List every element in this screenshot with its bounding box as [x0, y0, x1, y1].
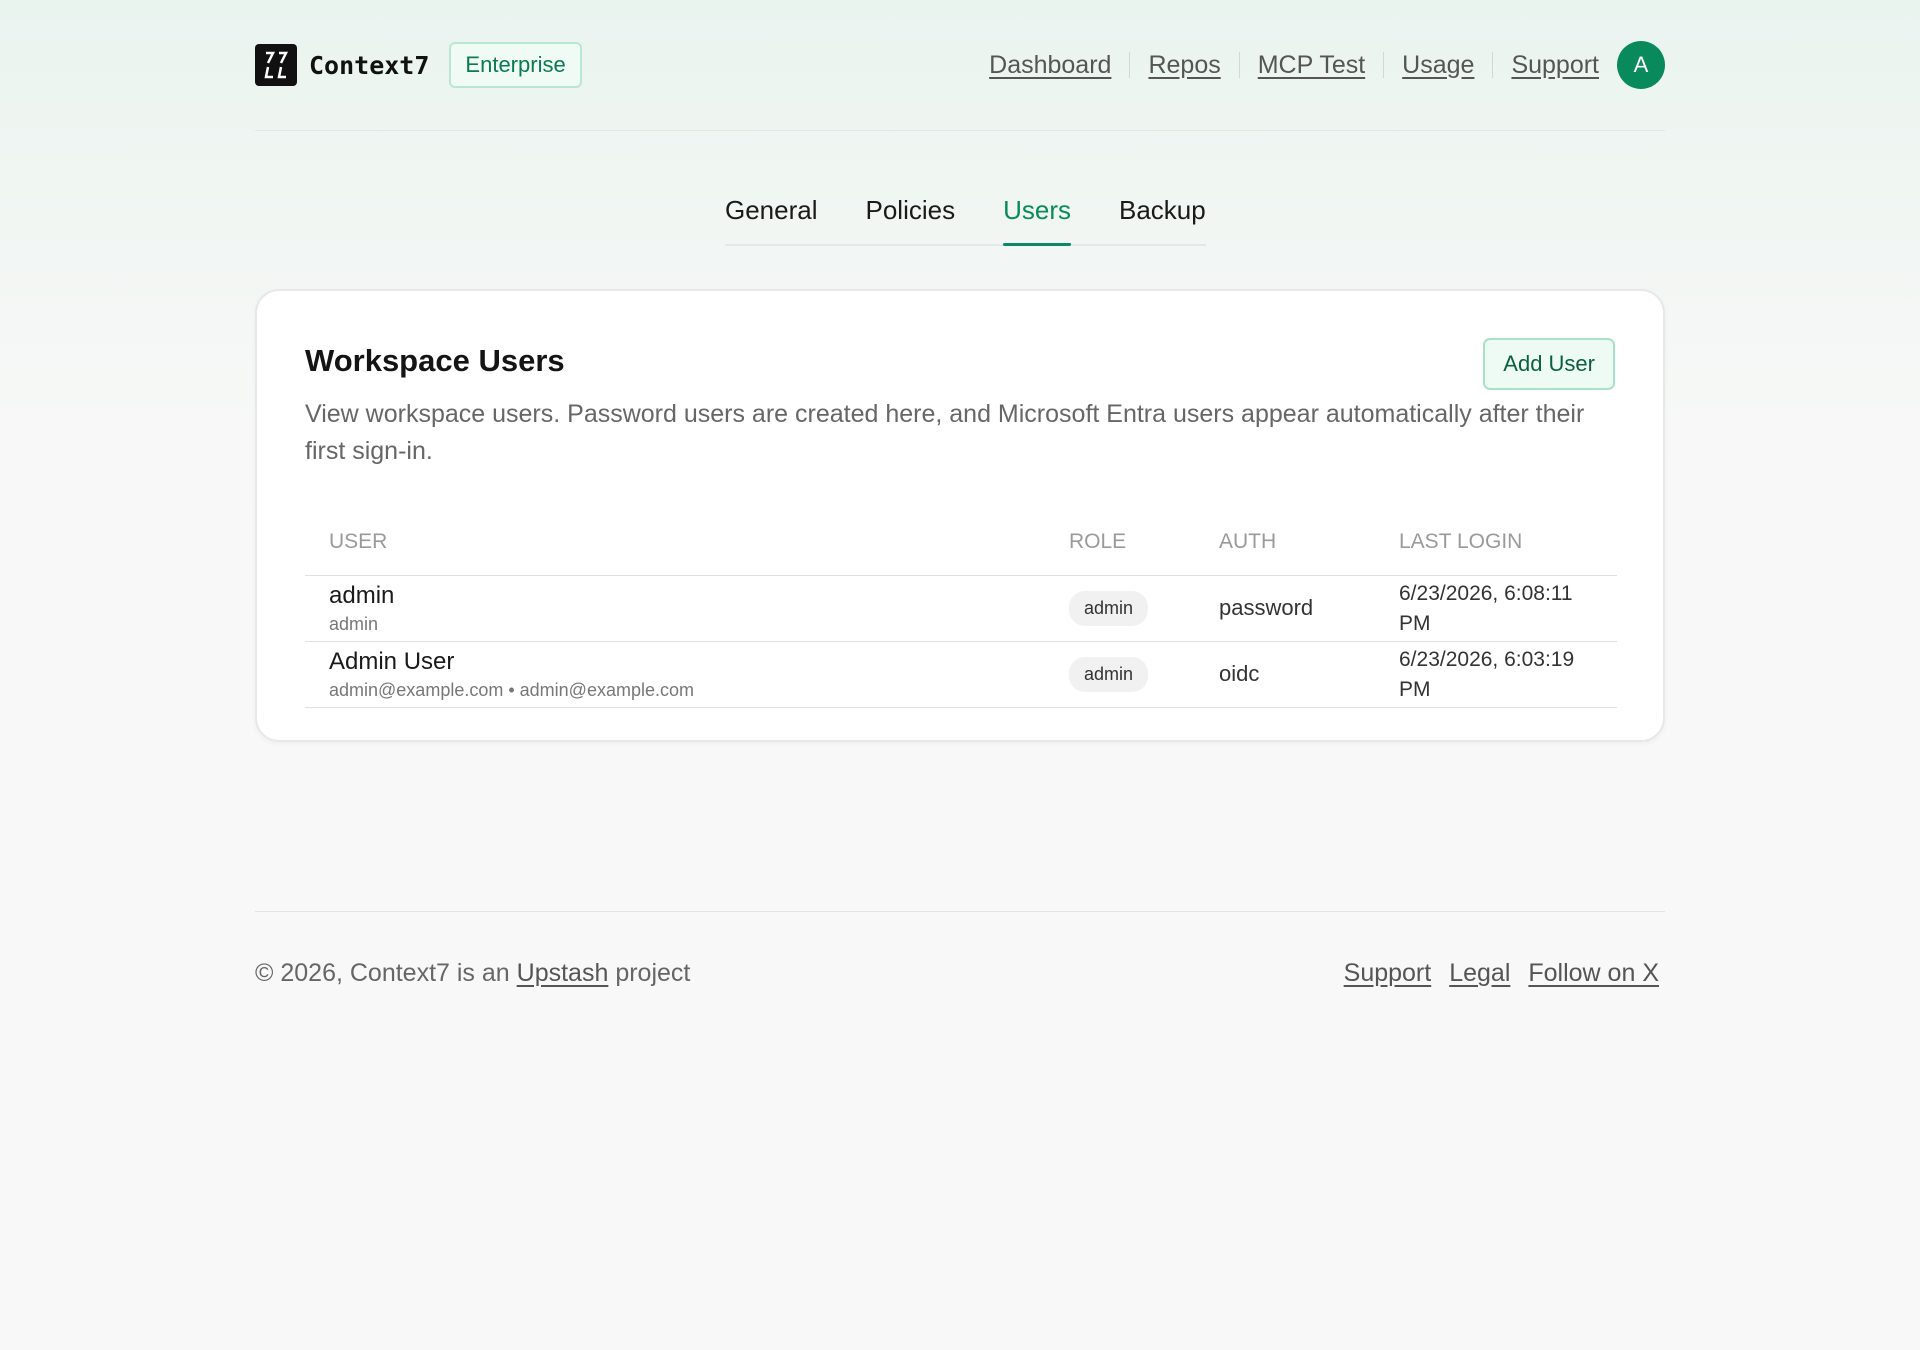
- footer-links: Support Legal Follow on X: [1326, 959, 1659, 988]
- nav-support-link[interactable]: Support: [1511, 51, 1599, 80]
- auth-cell: password: [1219, 575, 1399, 642]
- column-header-last-login: LAST LOGIN: [1399, 503, 1617, 576]
- table-row[interactable]: admin admin admin password 6/23/2026, 6:…: [305, 575, 1617, 642]
- upstash-link[interactable]: Upstash: [517, 959, 609, 987]
- top-header: Context7 Enterprise Dashboard Repos MCP …: [255, 0, 1665, 131]
- user-cell: admin admin: [305, 575, 1069, 642]
- column-header-user: USER: [305, 503, 1069, 576]
- user-username: admin: [329, 613, 379, 634]
- page-container: Context7 Enterprise Dashboard Repos MCP …: [255, 0, 1665, 987]
- tab-general[interactable]: General: [725, 195, 818, 244]
- user-cell: Admin User admin@example.com • admin@exa…: [305, 641, 1069, 708]
- footer-support-link[interactable]: Support: [1344, 959, 1432, 988]
- enterprise-badge: Enterprise: [449, 42, 582, 88]
- card-title: Workspace Users: [305, 343, 565, 378]
- tab-backup[interactable]: Backup: [1119, 195, 1206, 244]
- nav-divider: [1383, 52, 1385, 78]
- nav-mcp-test-link[interactable]: MCP Test: [1258, 51, 1365, 80]
- workspace-users-card: Workspace Users Add User View workspace …: [255, 289, 1665, 742]
- table-row[interactable]: Admin User admin@example.com • admin@exa…: [305, 641, 1617, 708]
- column-header-role: ROLE: [1069, 503, 1219, 576]
- footer-copyright: © 2026, Context7 is an Upstash project: [255, 959, 690, 988]
- card-description: View workspace users. Password users are…: [305, 400, 1585, 465]
- nav-repos-link[interactable]: Repos: [1148, 51, 1220, 80]
- footer-legal-link[interactable]: Legal: [1449, 959, 1510, 988]
- auth-method: oidc: [1219, 661, 1260, 686]
- nav-divider: [1129, 52, 1131, 78]
- brand-name: Context7: [309, 50, 430, 80]
- role-cell: admin: [1069, 575, 1219, 642]
- auth-cell: oidc: [1219, 641, 1399, 708]
- tab-policies[interactable]: Policies: [866, 195, 956, 244]
- last-login: 6/23/2026, 6:08:11 PM: [1399, 582, 1573, 635]
- table-header-row: USER ROLE AUTH LAST LOGIN: [305, 503, 1617, 576]
- role-cell: admin: [1069, 641, 1219, 708]
- user-name: admin: [329, 581, 395, 609]
- page-footer: © 2026, Context7 is an Upstash project S…: [255, 911, 1665, 1011]
- column-header-auth: AUTH: [1219, 503, 1399, 576]
- last-login: 6/23/2026, 6:03:19 PM: [1399, 648, 1575, 701]
- brand[interactable]: Context7 Enterprise: [255, 42, 582, 88]
- settings-tabs: General Policies Users Backup: [725, 195, 1206, 246]
- auth-method: password: [1219, 595, 1314, 620]
- user-avatar[interactable]: A: [1617, 41, 1665, 89]
- copyright-suffix: project: [615, 959, 691, 987]
- nav-divider: [1238, 52, 1240, 78]
- nav-dashboard-link[interactable]: Dashboard: [989, 51, 1111, 80]
- add-user-button[interactable]: Add User: [1483, 338, 1615, 390]
- nav-divider: [1492, 52, 1494, 78]
- role-badge: admin: [1069, 590, 1149, 626]
- top-nav: Dashboard Repos MCP Test Usage Support A: [989, 41, 1665, 89]
- users-table: USER ROLE AUTH LAST LOGIN admin admin ad…: [305, 503, 1617, 708]
- context7-logo-icon: [255, 44, 297, 86]
- user-name: Admin User: [329, 647, 455, 675]
- tab-users[interactable]: Users: [1003, 195, 1071, 246]
- user-email: admin@example.com • admin@example.com: [329, 679, 694, 700]
- footer-follow-x-link[interactable]: Follow on X: [1528, 959, 1659, 988]
- last-login-cell: 6/23/2026, 6:08:11 PM: [1399, 575, 1617, 642]
- nav-usage-link[interactable]: Usage: [1402, 51, 1474, 80]
- last-login-cell: 6/23/2026, 6:03:19 PM: [1399, 641, 1617, 708]
- copyright-prefix: © 2026, Context7 is an: [255, 959, 510, 987]
- role-badge: admin: [1069, 656, 1149, 692]
